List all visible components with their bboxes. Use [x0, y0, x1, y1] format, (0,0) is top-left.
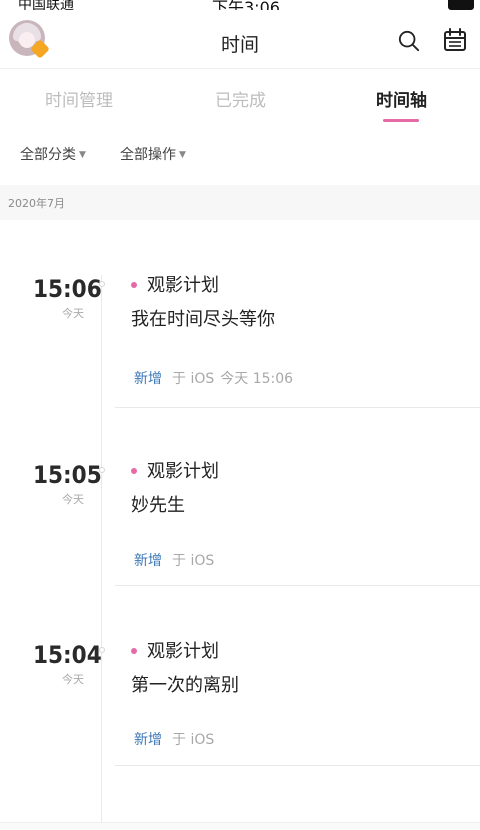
entry-content: 我在时间尽头等你 — [131, 309, 275, 330]
caret-down-icon: ▼ — [79, 150, 86, 160]
entry-timestamp: 今天 15:06 — [220, 371, 294, 387]
month-header: 2020年7月 — [0, 185, 480, 220]
entry-category: 观影计划 — [147, 461, 219, 482]
carrier-label: 中国联通 — [18, 0, 74, 10]
entry-source: 于 iOS — [172, 553, 215, 569]
entry-source: 于 iOS — [172, 371, 215, 387]
entry-day: 今天 — [62, 307, 84, 320]
active-tab-indicator — [383, 119, 419, 122]
entry-meta: 新增于 iOS — [134, 550, 214, 570]
divider — [115, 585, 480, 586]
entry-source: 于 iOS — [172, 732, 215, 748]
entry-content: 妙先生 — [131, 495, 185, 516]
tab-time-management[interactable]: 时间管理 — [45, 86, 113, 111]
entry-action: 新增 — [134, 371, 162, 387]
entry-meta: 新增于 iOS — [134, 729, 214, 749]
category-filter-label: 全部分类 — [20, 147, 76, 163]
filter-bar: 全部分类 ▼ 全部操作 ▼ — [0, 130, 480, 180]
divider — [115, 765, 480, 766]
entry-action: 新增 — [134, 732, 162, 748]
month-label: 2020年7月 — [8, 197, 65, 210]
timeline-node — [99, 647, 105, 653]
status-bar: 中国联通 下午3:06 — [0, 0, 480, 10]
timeline-line — [101, 275, 102, 829]
entry-category: 观影计划 — [147, 641, 219, 662]
timeline-node — [99, 281, 105, 287]
category-filter-dropdown[interactable]: 全部分类 ▼ — [20, 144, 86, 164]
action-filter-label: 全部操作 — [120, 147, 176, 163]
entry-content: 第一次的离别 — [131, 675, 239, 696]
entry-meta: 新增于 iOS 今天 15:06 — [134, 368, 293, 388]
entry-day: 今天 — [62, 673, 84, 686]
divider — [115, 407, 480, 408]
search-icon[interactable] — [398, 30, 420, 52]
tab-completed[interactable]: 已完成 — [215, 86, 266, 111]
category-dot-icon — [131, 648, 137, 654]
category-dot-icon — [131, 468, 137, 474]
battery-icon — [448, 0, 474, 10]
caret-down-icon: ▼ — [179, 150, 186, 160]
entry-day: 今天 — [62, 493, 84, 506]
timeline-node — [99, 467, 105, 473]
header: 时间 — [0, 14, 480, 69]
action-filter-dropdown[interactable]: 全部操作 ▼ — [120, 144, 186, 164]
category-dot-icon — [131, 282, 137, 288]
entry-action: 新增 — [134, 553, 162, 569]
tab-bar: 时间管理 已完成 时间轴 — [0, 70, 480, 126]
tab-timeline[interactable]: 时间轴 — [376, 86, 427, 111]
entry-time: 15:04 — [33, 641, 102, 669]
entry-time: 15:05 — [33, 461, 102, 489]
entry-category: 观影计划 — [147, 275, 219, 296]
status-time: 下午3:06 — [212, 0, 280, 10]
entry-time: 15:06 — [33, 275, 102, 303]
calendar-icon[interactable] — [443, 28, 467, 52]
